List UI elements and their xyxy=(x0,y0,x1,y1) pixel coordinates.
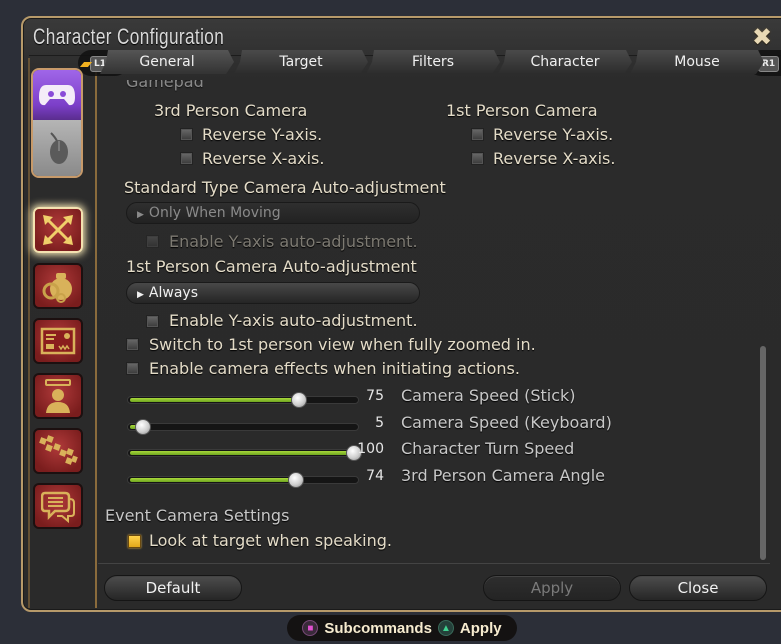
slider-label: Camera Speed (Stick) xyxy=(401,386,576,405)
first-reverse-x-label: Reverse X-axis. xyxy=(493,149,616,168)
sidebar-item-chat[interactable] xyxy=(33,483,83,529)
event-camera-heading: Event Camera Settings xyxy=(105,506,290,525)
gamepad-mode[interactable] xyxy=(33,70,81,120)
first-reverse-x-checkbox[interactable] xyxy=(471,152,484,165)
close-button[interactable]: Close xyxy=(629,575,767,601)
id-card-icon xyxy=(40,327,76,355)
slider-value: 100 xyxy=(357,441,384,457)
input-mode-toggle[interactable] xyxy=(31,68,83,178)
slider-label: 3rd Person Camera Angle xyxy=(401,466,605,485)
sidebar-item-camera[interactable] xyxy=(33,207,83,253)
slider-fill xyxy=(130,398,298,402)
slider-fill xyxy=(130,478,296,482)
section-heading-gamepad: Gamepad xyxy=(126,80,204,91)
hotbar-icon xyxy=(39,435,78,465)
sidebar-item-profile[interactable] xyxy=(33,373,83,419)
first-reverse-y-label: Reverse Y-axis. xyxy=(493,125,614,144)
slider-track[interactable] xyxy=(127,419,359,435)
first-auto-value: Always xyxy=(148,285,198,301)
slider-thumb[interactable] xyxy=(135,419,152,435)
first-enable-y-checkbox[interactable] xyxy=(146,315,159,328)
third-person-heading: 3rd Person Camera xyxy=(154,101,308,120)
slider-track[interactable] xyxy=(127,392,359,408)
camera-effects-checkbox[interactable] xyxy=(126,362,139,375)
switch-first-person-label: Switch to 1st person view when fully zoo… xyxy=(149,335,536,354)
slider-fill xyxy=(130,451,354,455)
apply-button[interactable]: Apply xyxy=(483,575,621,601)
left-divider xyxy=(28,58,30,608)
standard-enable-y-label: Enable Y-axis auto-adjustment. xyxy=(169,232,418,251)
slider-value: 5 xyxy=(375,415,384,431)
default-button[interactable]: Default xyxy=(104,575,242,601)
content-scrollbar[interactable] xyxy=(760,346,766,560)
square-button-icon: ■ xyxy=(302,620,319,636)
standard-auto-dropdown[interactable]: ▶ Only When Moving xyxy=(126,202,420,224)
item-bag-gears-icon xyxy=(42,273,72,303)
slider-track[interactable] xyxy=(127,445,362,461)
controller-hint-bar: ■ Subcommands ▲ Apply xyxy=(287,615,517,641)
tab-general[interactable]: General xyxy=(100,50,234,74)
gamepad-icon xyxy=(39,85,75,106)
mouse-mode[interactable] xyxy=(33,120,81,176)
third-reverse-y-label: Reverse Y-axis. xyxy=(202,125,323,144)
third-reverse-x-label: Reverse X-axis. xyxy=(202,149,325,168)
standard-auto-heading: Standard Type Camera Auto-adjustment xyxy=(124,178,446,197)
settings-content: Gamepad 3rd Person Camera Reverse Y-axis… xyxy=(96,80,756,558)
triangle-button-icon: ▲ xyxy=(437,620,454,636)
first-enable-y-label: Enable Y-axis auto-adjustment. xyxy=(169,311,418,330)
dropdown-arrow-icon: ▶ xyxy=(137,210,144,220)
close-icon[interactable]: ✖ xyxy=(749,24,775,50)
camera-effects-label: Enable camera effects when initiating ac… xyxy=(149,359,520,378)
tab-mouse[interactable]: Mouse xyxy=(630,50,764,74)
sidebar-item-hotbar[interactable] xyxy=(33,428,83,474)
slider-thumb[interactable] xyxy=(288,472,305,488)
first-auto-dropdown[interactable]: ▶ Always xyxy=(126,282,420,304)
standard-enable-y-checkbox[interactable] xyxy=(146,235,159,248)
footer-divider xyxy=(98,563,770,564)
first-person-heading: 1st Person Camera xyxy=(446,101,598,120)
tab-bar: General Target Filters Character Mouse xyxy=(82,50,772,74)
slider-track[interactable] xyxy=(127,472,359,488)
look-at-target-label: Look at target when speaking. xyxy=(149,531,392,550)
tab-filters[interactable]: Filters xyxy=(366,50,500,74)
camera-arrows-icon xyxy=(43,215,73,245)
first-reverse-y-checkbox[interactable] xyxy=(471,128,484,141)
sidebar-item-items[interactable] xyxy=(33,263,83,309)
chat-bubbles-icon xyxy=(41,491,75,523)
mouse-icon xyxy=(50,132,68,164)
third-reverse-y-checkbox[interactable] xyxy=(180,128,193,141)
apply-hint: Apply xyxy=(459,619,502,637)
slider-value: 75 xyxy=(366,388,384,404)
slider-value: 74 xyxy=(366,468,384,484)
tab-target[interactable]: Target xyxy=(234,50,368,74)
dropdown-arrow-icon: ▶ xyxy=(137,290,144,300)
third-reverse-x-checkbox[interactable] xyxy=(180,152,193,165)
switch-first-person-checkbox[interactable] xyxy=(126,338,139,351)
standard-auto-value: Only When Moving xyxy=(148,205,281,221)
profile-icon xyxy=(45,379,71,413)
slider-thumb[interactable] xyxy=(290,392,307,408)
look-at-target-checkbox[interactable] xyxy=(128,535,141,548)
slider-label: Camera Speed (Keyboard) xyxy=(401,413,612,432)
subcommands-hint: Subcommands xyxy=(324,619,432,637)
sidebar-item-card[interactable] xyxy=(33,318,83,364)
slider-label: Character Turn Speed xyxy=(401,439,575,458)
window-title: Character Configuration xyxy=(33,24,225,49)
tab-character[interactable]: Character xyxy=(498,50,632,74)
first-auto-heading: 1st Person Camera Auto-adjustment xyxy=(126,257,417,276)
